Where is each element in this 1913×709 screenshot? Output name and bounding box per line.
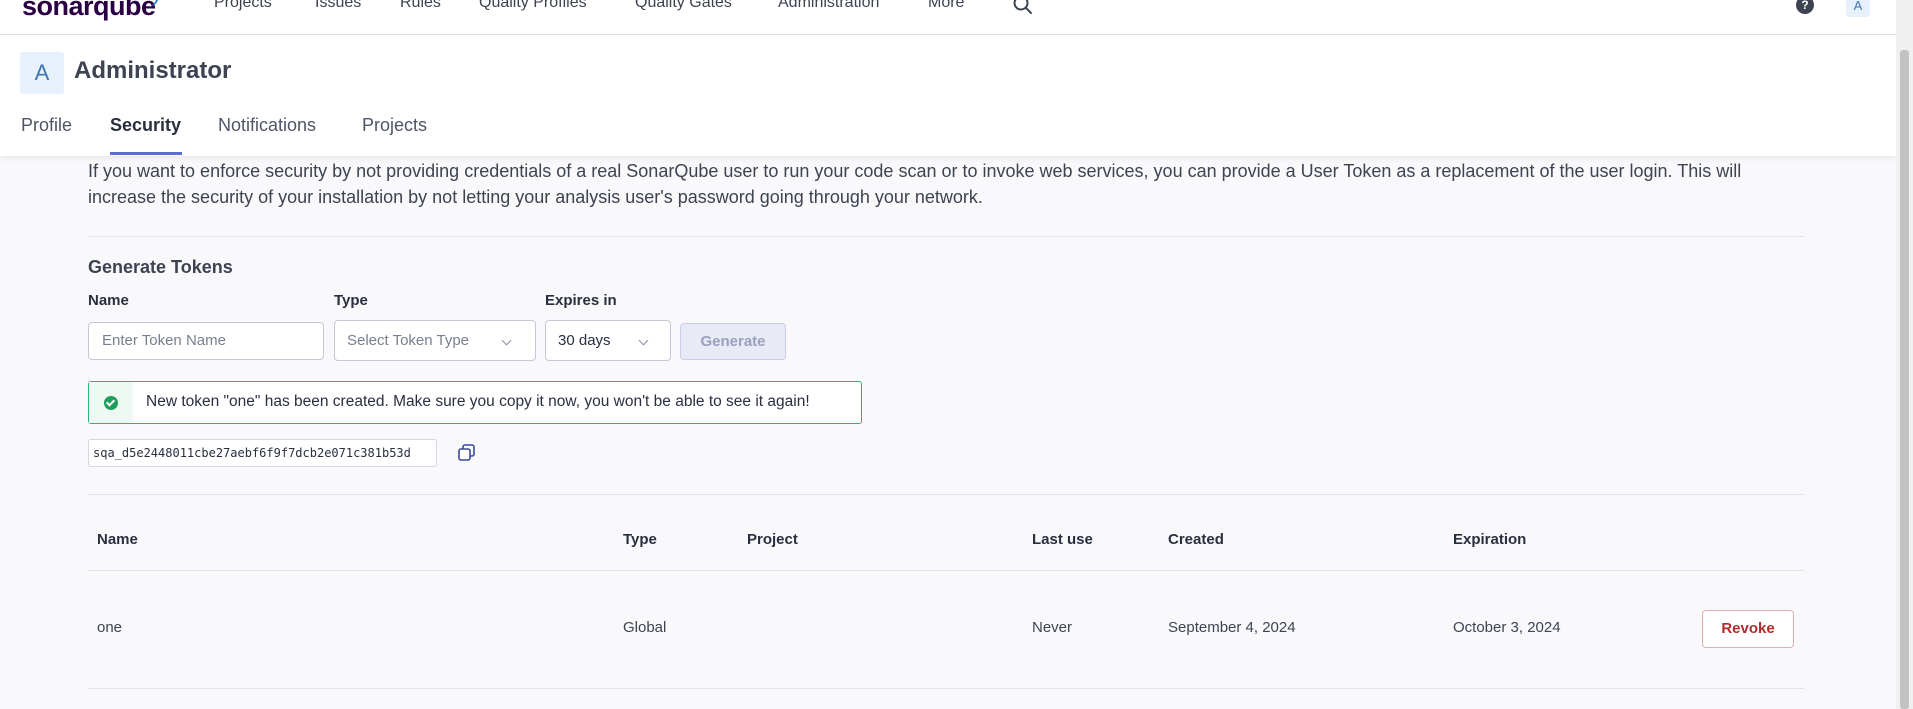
col-header-expiration: Expiration [1453,531,1527,548]
user-avatar[interactable]: A [1846,0,1870,17]
table-row-divider [88,688,1804,689]
revoke-button[interactable]: Revoke [1702,610,1794,648]
divider [88,236,1804,237]
chevron-down-icon [638,335,649,346]
active-tab-indicator [110,152,182,155]
token-name-cell: one [97,619,123,636]
help-icon[interactable]: ? [1796,0,1814,14]
chevron-down-icon [501,335,512,346]
expires-select[interactable]: 30 days [545,320,671,361]
divider [88,494,1804,495]
table-header-divider [88,570,1804,571]
nav-projects[interactable]: Projects [214,0,272,12]
expires-value: 30 days [558,332,611,349]
scrollbar-thumb[interactable] [1900,50,1909,709]
nav-issues[interactable]: Issues [315,0,361,12]
expires-label: Expires in [545,292,617,309]
col-header-name: Name [97,531,138,548]
top-navbar: sonarqube Projects Issues Rules Quality … [0,0,1896,35]
col-header-last-use: Last use [1032,531,1093,548]
col-header-type: Type [623,531,657,548]
token-created-alert: New token "one" has been created. Make s… [88,381,862,424]
user-name: Administrator [74,57,232,84]
tab-security[interactable]: Security [110,115,181,136]
search-icon[interactable] [1012,0,1034,16]
account-header: A Administrator Profile Security Notific… [0,35,1896,156]
alert-icon-box [89,382,133,423]
tab-projects[interactable]: Projects [362,115,427,136]
token-type-cell: Global [623,619,667,636]
col-header-created: Created [1168,531,1224,548]
type-label: Type [334,292,368,309]
col-header-project: Project [747,531,798,548]
token-type-select[interactable]: Select Token Type [334,320,536,361]
tab-profile[interactable]: Profile [21,115,72,136]
token-created-cell: September 4, 2024 [1168,619,1296,636]
name-label: Name [88,292,129,309]
copy-icon[interactable] [456,442,478,464]
token-value[interactable]: sqa_d5e2448011cbe27aebf6f9f7dcb2e071c381… [88,439,437,467]
profile-avatar: A [20,52,64,94]
sonarqube-logo[interactable]: sonarqube [22,0,156,22]
nav-rules[interactable]: Rules [400,0,441,12]
token-last-use-cell: Never [1032,619,1073,636]
alert-message: New token "one" has been created. Make s… [146,393,810,410]
nav-more[interactable]: More [928,0,964,12]
nav-quality-profiles[interactable]: Quality Profiles [479,0,587,12]
nav-administration[interactable]: Administration [778,0,879,12]
check-circle-icon [104,396,118,410]
nav-quality-gates[interactable]: Quality Gates [635,0,732,12]
generate-button[interactable]: Generate [680,323,786,360]
security-description: If you want to enforce security by not p… [88,161,1742,207]
generate-tokens-title: Generate Tokens [88,257,233,277]
tab-notifications[interactable]: Notifications [218,115,316,136]
token-type-placeholder: Select Token Type [347,332,470,349]
token-expiration-cell: October 3, 2024 [1453,619,1561,636]
token-name-input[interactable]: Enter Token Name [88,322,324,360]
